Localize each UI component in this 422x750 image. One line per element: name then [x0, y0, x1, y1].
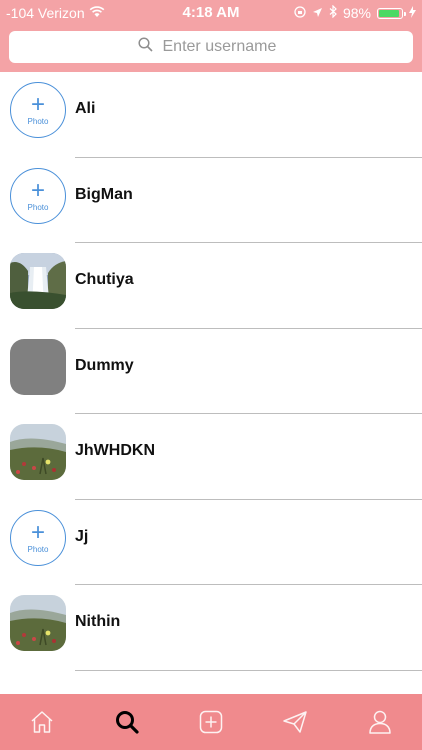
- battery-percent: 98%: [342, 5, 371, 21]
- plus-icon: +: [30, 91, 45, 118]
- search-icon: [115, 711, 139, 734]
- username: Dummy: [75, 356, 134, 374]
- tab-bar: [0, 694, 422, 750]
- plus-icon: +: [30, 518, 45, 546]
- username: Chutiya: [75, 271, 134, 288]
- username: Jj: [75, 527, 89, 545]
- photo-label: Photo: [27, 544, 49, 554]
- avatar[interactable]: [10, 595, 66, 651]
- search-bar[interactable]: [9, 31, 413, 63]
- user-list: + Photo Ali + Photo BigMan Chutiya Dummy JhWHDKN…: [0, 72, 422, 671]
- username: BigMan: [75, 185, 133, 203]
- location-icon: [312, 5, 323, 21]
- user-row[interactable]: + Photo BigMan: [0, 158, 422, 243]
- status-bar: -104 Verizon 4:18 AM 98%: [0, 0, 422, 26]
- user-row[interactable]: Dummy: [0, 329, 422, 414]
- row-divider: [75, 669, 422, 671]
- profile-icon: [369, 710, 391, 734]
- meadow-photo: [10, 424, 66, 480]
- bluetooth-icon: [329, 4, 337, 21]
- add-photo-button[interactable]: + Photo: [10, 167, 66, 224]
- rotation-lock-icon: [294, 5, 306, 21]
- tab-profile[interactable]: [355, 697, 405, 747]
- user-row[interactable]: Nithin: [0, 585, 422, 671]
- add-photo-button[interactable]: + Photo: [10, 509, 66, 566]
- waterfall-photo: [10, 253, 66, 309]
- user-row[interactable]: + Photo Ali: [0, 72, 422, 158]
- send-icon: [283, 711, 308, 733]
- photo-label: Photo: [27, 117, 49, 126]
- header: -104 Verizon 4:18 AM 98%: [0, 0, 422, 72]
- add-photo-button[interactable]: + Photo: [10, 82, 66, 138]
- tab-search[interactable]: [102, 697, 152, 747]
- user-row[interactable]: + Photo Jj: [0, 500, 422, 585]
- add-icon: [199, 710, 223, 734]
- search-icon: [137, 37, 153, 57]
- user-row[interactable]: JhWHDKN: [0, 414, 422, 500]
- username: Ali: [75, 100, 96, 117]
- photo-label: Photo: [27, 202, 49, 212]
- avatar[interactable]: [10, 424, 66, 480]
- plus-icon: +: [30, 176, 45, 204]
- search-input[interactable]: [160, 37, 285, 57]
- username: JhWHDKN: [75, 442, 155, 459]
- home-icon: [31, 711, 53, 733]
- meadow-photo: [10, 595, 66, 651]
- tab-messages[interactable]: [270, 697, 320, 747]
- user-row[interactable]: Chutiya: [0, 243, 422, 329]
- username: Nithin: [75, 613, 121, 630]
- avatar[interactable]: [10, 338, 66, 395]
- battery-icon: [377, 7, 406, 19]
- avatar[interactable]: [10, 253, 66, 309]
- tab-add[interactable]: [186, 697, 236, 747]
- charging-icon: [409, 5, 416, 21]
- tab-home[interactable]: [17, 697, 67, 747]
